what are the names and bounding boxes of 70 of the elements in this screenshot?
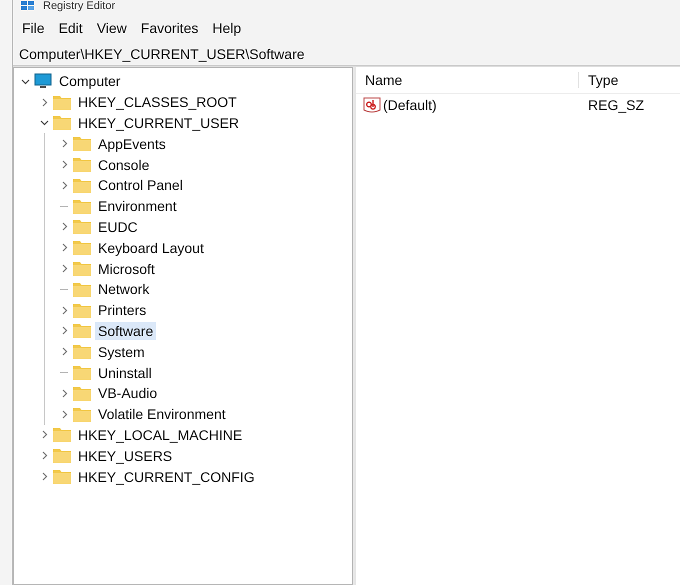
tree-item[interactable]: Microsoft: [95, 260, 158, 278]
folder-icon: [73, 136, 91, 152]
folder-icon: [73, 219, 91, 234]
folder-icon: [53, 94, 71, 110]
folder-icon: [73, 406, 91, 422]
tree-item[interactable]: System: [95, 342, 148, 361]
folder-icon: [73, 178, 91, 193]
tree-item[interactable]: HKEY_CURRENT_CONFIG: [75, 468, 258, 486]
tree-item[interactable]: HKEY_USERS: [75, 446, 176, 465]
folder-icon: [73, 302, 91, 318]
folder-icon: [53, 115, 71, 130]
folder-icon: [73, 386, 91, 401]
menu-item[interactable]: File: [17, 18, 50, 38]
monitor-icon: [34, 73, 52, 90]
tree-item[interactable]: VB-Audio: [95, 384, 160, 402]
menu-item[interactable]: Favorites: [136, 18, 204, 38]
chevron-right-icon[interactable]: [60, 222, 69, 232]
chevron-right-icon[interactable]: [60, 326, 69, 336]
value-name: (Default): [383, 97, 437, 113]
chevron-right-icon[interactable]: [40, 98, 49, 107]
chevron-right-icon[interactable]: [60, 139, 69, 148]
chevron-right-icon[interactable]: [60, 243, 69, 252]
tree-item[interactable]: HKEY_CURRENT_USER: [75, 114, 242, 132]
folder-icon: [53, 448, 71, 464]
string-value-icon: [363, 97, 381, 113]
tree-item[interactable]: EUDC: [95, 218, 141, 236]
column-header[interactable]: Type: [579, 72, 618, 88]
window-title: Registry Editor: [43, 0, 116, 12]
address-bar[interactable]: Computer\HKEY_CURRENT_USER\Software: [13, 44, 680, 66]
tree-item[interactable]: HKEY_LOCAL_MACHINE: [75, 426, 246, 444]
chevron-down-icon[interactable]: [21, 76, 30, 86]
folder-icon: [73, 198, 91, 214]
folder-icon: [73, 344, 91, 360]
tree-item[interactable]: Console: [95, 156, 152, 174]
folder-icon: [53, 427, 71, 442]
tree-item[interactable]: Environment: [95, 197, 180, 216]
folder-icon: [73, 323, 91, 338]
folder-icon: [73, 157, 91, 172]
chevron-right-icon[interactable]: [40, 451, 49, 460]
folder-icon: [53, 469, 71, 484]
tree-item[interactable]: HKEY_CLASSES_ROOT: [75, 93, 240, 112]
chevron-right-icon[interactable]: [60, 180, 69, 190]
chevron-right-icon[interactable]: [60, 160, 69, 170]
tree-item[interactable]: Computer: [56, 72, 124, 90]
chevron-right-icon[interactable]: [40, 430, 49, 440]
registry-icon: [21, 1, 35, 11]
menu-item[interactable]: Edit: [54, 18, 88, 38]
chevron-right-icon[interactable]: [60, 410, 69, 419]
folder-icon: [73, 365, 91, 380]
folder-icon: [73, 282, 91, 297]
folder-icon: [73, 240, 91, 256]
tree-item[interactable]: AppEvents: [95, 134, 169, 153]
chevron-down-icon[interactable]: [40, 118, 49, 128]
chevron-right-icon[interactable]: [60, 388, 69, 398]
column-header[interactable]: Name: [356, 72, 579, 88]
folder-icon: [73, 261, 91, 276]
chevron-right-icon[interactable]: [60, 347, 69, 356]
tree-item[interactable]: Uninstall: [95, 364, 155, 382]
menu-item[interactable]: View: [92, 18, 132, 38]
tree-item[interactable]: Printers: [95, 301, 150, 320]
chevron-right-icon[interactable]: [40, 472, 49, 482]
chevron-right-icon[interactable]: [60, 306, 69, 315]
tree-item[interactable]: Network: [95, 280, 152, 298]
tree-item[interactable]: Control Panel: [95, 176, 186, 194]
tree-item[interactable]: Keyboard Layout: [95, 238, 207, 257]
menu-item[interactable]: Help: [207, 18, 246, 38]
tree-item[interactable]: Software: [95, 322, 156, 340]
chevron-right-icon[interactable]: [60, 264, 69, 274]
tree-item[interactable]: Volatile Environment: [95, 405, 229, 424]
value-type: REG_SZ: [588, 97, 644, 113]
